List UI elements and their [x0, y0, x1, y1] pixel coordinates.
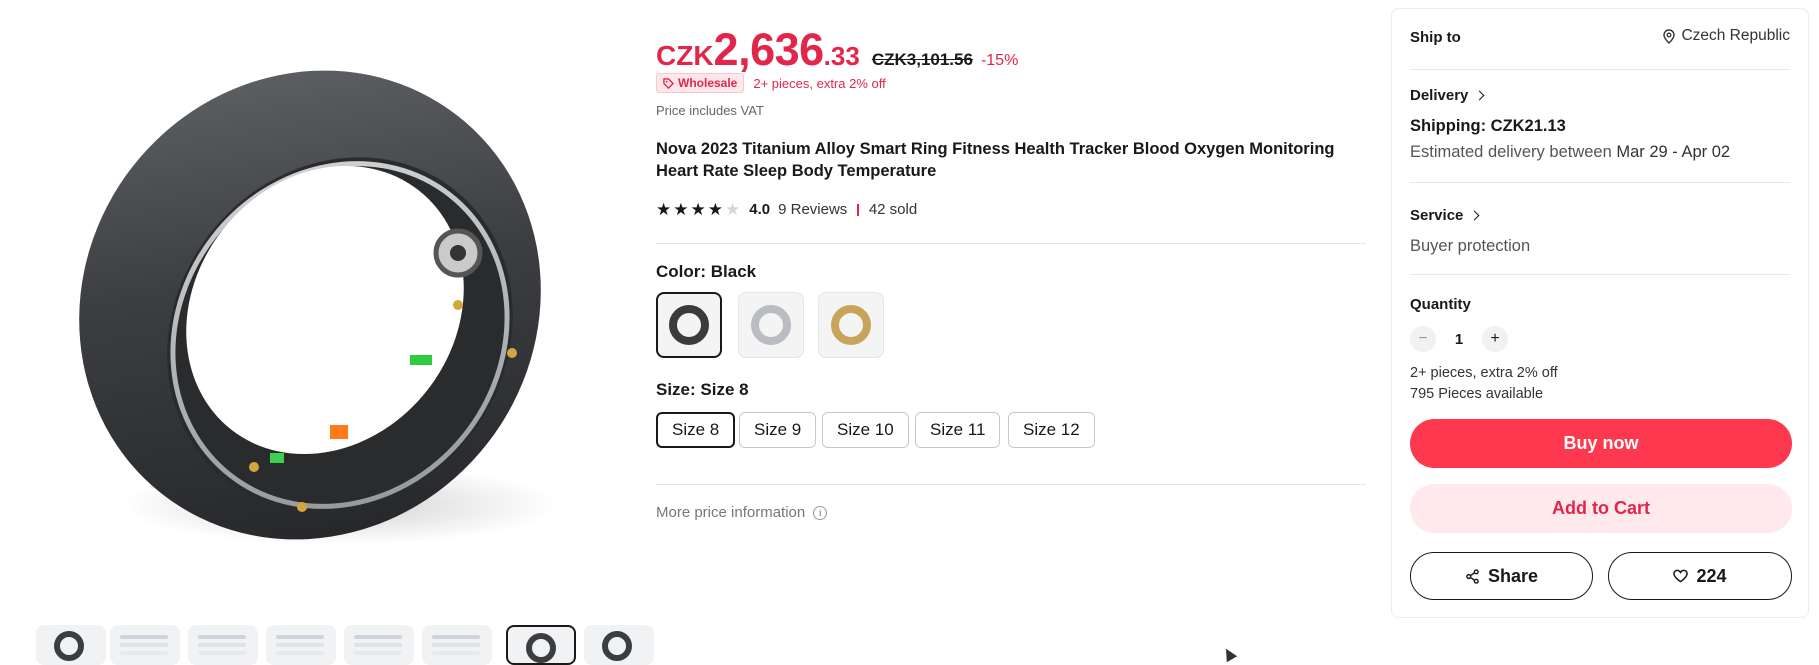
star-icon: ★: [725, 200, 741, 219]
estimated-delivery: Estimated delivery between Mar 29 - Apr …: [1410, 143, 1730, 162]
color-swatch-black[interactable]: [656, 292, 722, 358]
size-option-size-12[interactable]: Size 12: [1008, 412, 1095, 448]
rating-score: 4.0: [749, 201, 771, 218]
product-gallery: [0, 0, 654, 665]
discount-percent: -15%: [980, 52, 1019, 69]
gallery-thumbnail[interactable]: [266, 625, 336, 665]
star-icon: ★: [656, 200, 672, 219]
star-icon: ★: [707, 200, 723, 219]
gallery-thumbnail[interactable]: [344, 625, 414, 665]
quantity-stepper: − 1 +: [1410, 326, 1508, 352]
chevron-right-icon: [1469, 210, 1480, 221]
share-icon: [1466, 568, 1479, 584]
delivery-link[interactable]: Delivery: [1410, 87, 1485, 104]
price-currency: CZK: [656, 40, 714, 71]
service-link[interactable]: Service: [1410, 207, 1480, 224]
infographic-thumbnail: [198, 635, 246, 639]
ship-to-selector[interactable]: Czech Republic: [1663, 27, 1790, 45]
size-option-size-11[interactable]: Size 11: [915, 412, 1001, 448]
rating-stars: ★ ★ ★ ★ ★: [656, 201, 740, 218]
rating-separator: [857, 203, 859, 216]
shipping-cost: Shipping: CZK21.13: [1410, 117, 1566, 135]
size-option-size-8[interactable]: Size 8: [656, 412, 736, 448]
quantity-label: Quantity: [1410, 296, 1471, 313]
color-label: Color: Black: [656, 262, 757, 281]
more-price-info[interactable]: More price information i: [656, 504, 828, 521]
wholesale-badge: Wholesale: [656, 73, 745, 93]
more-price-info-label: More price information: [656, 504, 806, 521]
divider: [656, 484, 1366, 485]
info-icon: i: [813, 505, 828, 520]
divider: [1410, 274, 1790, 275]
rating-row: ★ ★ ★ ★ ★ 4.0 9 Reviews 42 sold: [656, 201, 917, 218]
wishlist-count: 224: [1696, 565, 1727, 586]
buy-now-button[interactable]: Buy now: [1410, 419, 1792, 468]
infographic-thumbnail: [432, 635, 480, 639]
divider: [1410, 69, 1790, 70]
service-label: Service: [1410, 207, 1464, 224]
size-option-size-10[interactable]: Size 10: [822, 412, 909, 448]
color-swatch-silver[interactable]: [738, 292, 804, 358]
ship-to-country: Czech Republic: [1681, 27, 1790, 44]
main-product-image[interactable]: [40, 35, 600, 595]
reviews-link[interactable]: 9 Reviews: [778, 201, 847, 218]
infographic-thumbnail: [120, 635, 168, 639]
location-pin-icon: [1663, 28, 1676, 44]
delivery-label: Delivery: [1410, 87, 1469, 104]
sold-count: 42 sold: [868, 201, 918, 218]
divider: [656, 243, 1366, 244]
gallery-thumbnail[interactable]: [506, 625, 576, 665]
ring-thumbnail: [669, 305, 709, 345]
tag-icon: [663, 77, 674, 89]
price-integer: 2,636: [713, 24, 825, 75]
estimated-delivery-dates: Mar 29 - Apr 02: [1616, 143, 1731, 161]
infographic-thumbnail: [276, 635, 324, 639]
size-label: Size: Size 8: [656, 380, 749, 399]
share-label: Share: [1487, 565, 1539, 586]
chevron-right-icon: [1474, 90, 1485, 101]
size-option-size-9[interactable]: Size 9: [739, 412, 817, 448]
wholesale-row: Wholesale 2+ pieces, extra 2% off: [656, 73, 886, 93]
wholesale-badge-label: Wholesale: [678, 76, 738, 90]
quantity-increase-button[interactable]: +: [1482, 326, 1508, 352]
quantity-decrease-button[interactable]: −: [1410, 326, 1436, 352]
gallery-thumbnail[interactable]: [188, 625, 258, 665]
ring-thumbnail: [831, 305, 871, 345]
infographic-thumbnail: [354, 635, 402, 639]
divider: [1410, 182, 1790, 183]
color-swatch-gold[interactable]: [818, 292, 884, 358]
ring-thumbnail: [751, 305, 791, 345]
share-button[interactable]: Share: [1410, 552, 1593, 600]
gallery-thumbnail[interactable]: [110, 625, 180, 665]
pieces-available: 795 Pieces available: [1410, 386, 1544, 402]
quantity-wholesale-note: 2+ pieces, extra 2% off: [1410, 365, 1558, 381]
star-icon: ★: [673, 200, 689, 219]
original-price: CZK3,101.56: [871, 50, 973, 69]
estimated-delivery-prefix: Estimated delivery between: [1410, 143, 1612, 161]
quantity-value[interactable]: 1: [1454, 331, 1464, 348]
add-to-cart-button[interactable]: Add to Cart: [1410, 484, 1792, 533]
product-title: Nova 2023 Titanium Alloy Smart Ring Fitn…: [656, 140, 1335, 180]
vat-note: Price includes VAT: [656, 103, 764, 118]
ring-thumbnail: [526, 633, 556, 663]
wishlist-button[interactable]: 224: [1608, 552, 1792, 600]
gallery-thumbnail[interactable]: [422, 625, 492, 665]
smart-ring-image: [79, 70, 560, 545]
gallery-thumbnail[interactable]: [36, 625, 106, 665]
price-row: CZK 2,636 .33 CZK3,101.56 -15%: [656, 24, 1018, 76]
purchase-card: Ship to Czech Republic Delivery Shipping…: [1391, 8, 1809, 618]
service-value: Buyer protection: [1410, 237, 1531, 255]
price-decimal: .33: [823, 41, 860, 71]
wholesale-text: 2+ pieces, extra 2% off: [753, 75, 886, 91]
star-icon: ★: [690, 200, 706, 219]
heart-icon: [1673, 569, 1689, 583]
ship-to-label: Ship to: [1410, 29, 1461, 46]
gallery-thumbnail[interactable]: [584, 625, 654, 665]
mouse-cursor: [1220, 645, 1238, 663]
